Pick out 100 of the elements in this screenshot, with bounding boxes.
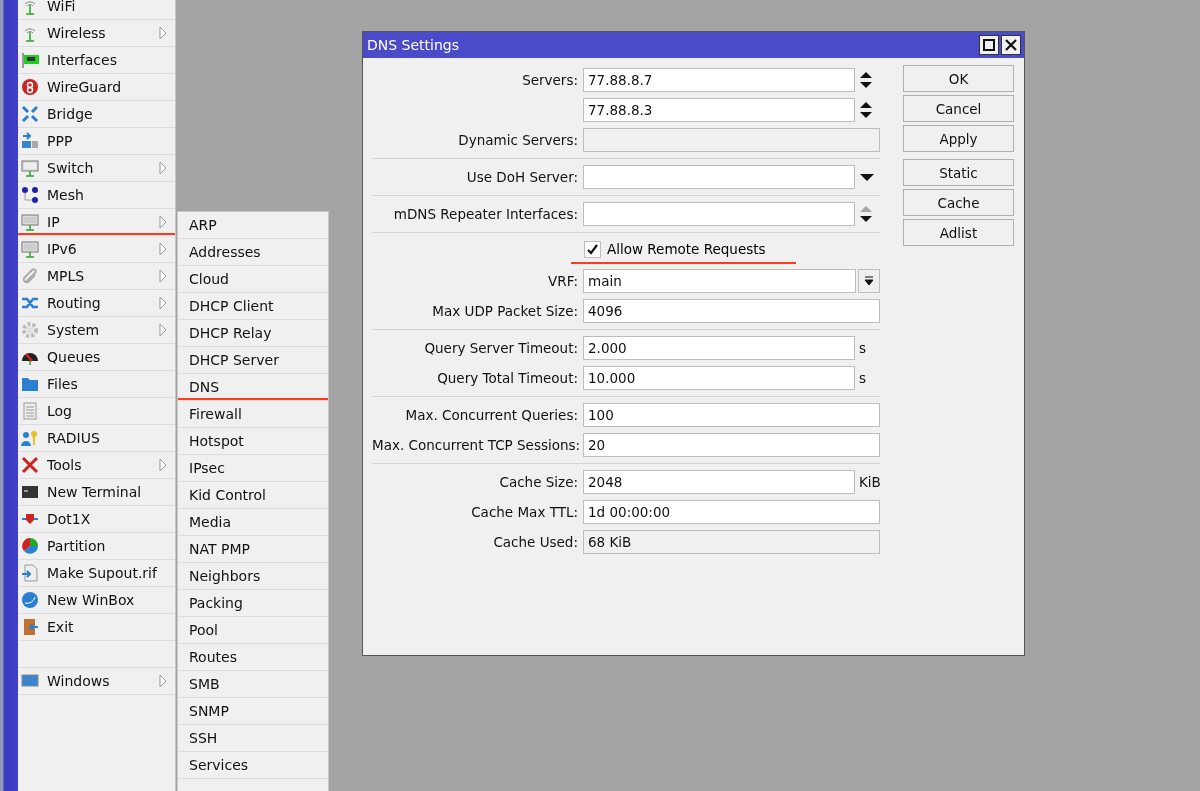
input-field[interactable]: 10.000	[583, 366, 855, 390]
monitor-icon	[21, 213, 39, 231]
readonly-field: 68 KiB	[583, 530, 880, 554]
file-arrow-icon	[21, 564, 39, 582]
submenu-item[interactable]: Routes	[178, 644, 328, 671]
dialog-button[interactable]: Cancel	[903, 95, 1014, 122]
unit-label: KiB	[859, 474, 881, 490]
menu-item[interactable]: Tools	[18, 452, 175, 479]
field-label: Dynamic Servers:	[457, 132, 578, 148]
menu-item[interactable]: PPP	[18, 128, 175, 155]
submenu-item[interactable]: NAT PMP	[178, 536, 328, 563]
submenu-caret-icon	[159, 26, 167, 40]
terminal-icon	[21, 483, 39, 501]
submenu-item[interactable]: SSH	[178, 725, 328, 752]
dialog-button[interactable]: Apply	[903, 125, 1014, 152]
menu-item[interactable]: Switch	[18, 155, 175, 182]
submenu-item[interactable]: Kid Control	[178, 482, 328, 509]
globe-icon	[21, 591, 39, 609]
door-icon	[21, 618, 39, 636]
field-label: Cache Used:	[492, 534, 578, 550]
gear-icon	[21, 321, 39, 339]
menu-item[interactable]: RADIUS	[18, 425, 175, 452]
submenu-item[interactable]: ARP	[178, 212, 328, 239]
field-label: Query Total Timeout:	[436, 370, 578, 386]
input-field[interactable]: 2.000	[583, 336, 855, 360]
menu-item[interactable]: Dot1X	[18, 506, 175, 533]
menu-item[interactable]: Bridge	[18, 101, 175, 128]
menu-item[interactable]: New Terminal	[18, 479, 175, 506]
menu-item[interactable]: Routing	[18, 290, 175, 317]
folder-icon	[21, 375, 39, 393]
dropdown-arrow-icon	[864, 276, 874, 286]
menu-item[interactable]: Windows	[18, 668, 175, 695]
input-field[interactable]: 77.88.8.7	[583, 68, 855, 92]
menu-item[interactable]: Interfaces	[18, 47, 175, 74]
submenu-item[interactable]: IPsec	[178, 455, 328, 482]
menu-item[interactable]: Mesh	[18, 182, 175, 209]
submenu-item[interactable]: SMB	[178, 671, 328, 698]
submenu-item[interactable]: DNS	[178, 374, 328, 401]
menu-item[interactable]: Queues	[18, 344, 175, 371]
submenu-item[interactable]: Hotspot	[178, 428, 328, 455]
menu-item[interactable]: Wireless	[18, 20, 175, 47]
menu-item[interactable]: WireGuard	[18, 74, 175, 101]
submenu-item[interactable]: Pool	[178, 617, 328, 644]
input-field[interactable]: 20	[583, 433, 880, 457]
submenu-item[interactable]: Addresses	[178, 239, 328, 266]
input-field[interactable]: 100	[583, 403, 880, 427]
close-button[interactable]	[1001, 35, 1021, 55]
input-field[interactable]: 4096	[583, 299, 880, 323]
submenu-item[interactable]: Packing	[178, 590, 328, 617]
dropdown-field[interactable]	[583, 165, 855, 189]
input-field[interactable]	[583, 202, 855, 226]
network-card-icon	[21, 51, 39, 69]
unit-label: s	[859, 340, 867, 356]
field-label: Max. Concurrent TCP Sessions:	[372, 437, 578, 453]
dropdown-arrow-icon[interactable]	[859, 172, 875, 182]
field-label: Cache Size:	[498, 474, 578, 490]
submenu-caret-icon	[159, 269, 167, 283]
submenu-item[interactable]: Media	[178, 509, 328, 536]
submenu-item[interactable]: DHCP Client	[178, 293, 328, 320]
menu-item[interactable]: Make Supout.rif	[18, 560, 175, 587]
submenu-item[interactable]: Firewall	[178, 401, 328, 428]
dialog-button[interactable]: Static	[903, 159, 1014, 186]
submenu-item[interactable]: SNMP	[178, 698, 328, 725]
menu-item[interactable]: Partition	[18, 533, 175, 560]
menu-item[interactable]: Files	[18, 371, 175, 398]
paperclip-icon	[21, 267, 39, 285]
select-field[interactable]: main	[583, 269, 856, 293]
menu-item[interactable]: System	[18, 317, 175, 344]
submenu-item[interactable]: Neighbors	[178, 563, 328, 590]
dialog-button[interactable]: OK	[903, 65, 1014, 92]
users-key-icon	[21, 429, 39, 447]
submenu-caret-icon	[159, 323, 167, 337]
submenu-item[interactable]: Services	[178, 752, 328, 779]
menu-item[interactable]: IPv6	[18, 236, 175, 263]
submenu-caret-icon	[159, 458, 167, 472]
dropdown-button[interactable]	[858, 269, 880, 293]
menu-item[interactable]: Log	[18, 398, 175, 425]
dialog-button[interactable]: Adlist	[903, 219, 1014, 246]
up-down-arrows-icon[interactable]	[859, 205, 873, 223]
submenu-item[interactable]: DHCP Server	[178, 347, 328, 374]
logo-icon	[21, 78, 39, 96]
submenu-caret-icon	[159, 215, 167, 229]
submenu-item[interactable]: Cloud	[178, 266, 328, 293]
menu-item[interactable]: WiFi	[18, 0, 175, 20]
up-down-arrows-icon[interactable]	[859, 71, 873, 89]
menu-item[interactable]: MPLS	[18, 263, 175, 290]
menu-item[interactable]: Exit	[18, 614, 175, 641]
window-icon	[21, 672, 39, 690]
up-down-arrows-icon[interactable]	[859, 101, 873, 119]
field-label: mDNS Repeater Interfaces:	[392, 206, 578, 222]
menu-item[interactable]: New WinBox	[18, 587, 175, 614]
input-field[interactable]: 1d 00:00:00	[583, 500, 880, 524]
dialog-button[interactable]: Cache	[903, 189, 1014, 216]
bridge-arrows-icon	[21, 105, 39, 123]
checkbox[interactable]	[584, 240, 601, 258]
maximize-button[interactable]	[979, 35, 999, 55]
input-field[interactable]: 77.88.8.3	[583, 98, 855, 122]
input-field[interactable]: 2048	[583, 470, 855, 494]
submenu-item[interactable]: DHCP Relay	[178, 320, 328, 347]
menu-item[interactable]: IP	[18, 209, 175, 236]
